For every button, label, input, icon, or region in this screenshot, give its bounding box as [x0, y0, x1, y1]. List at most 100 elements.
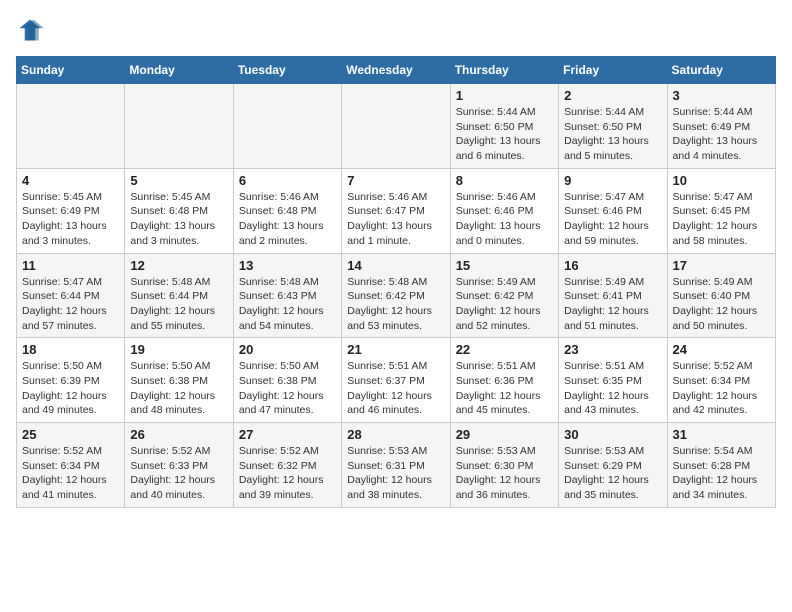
day-number: 11	[22, 258, 119, 273]
day-number: 30	[564, 427, 661, 442]
day-header-sunday: Sunday	[17, 57, 125, 84]
calendar-cell: 27Sunrise: 5:52 AM Sunset: 6:32 PM Dayli…	[233, 423, 341, 508]
day-number: 22	[456, 342, 553, 357]
day-info: Sunrise: 5:50 AM Sunset: 6:39 PM Dayligh…	[22, 359, 119, 418]
day-number: 26	[130, 427, 227, 442]
calendar-cell: 29 Sunrise: 5:53 AM Sunset: 6:30 PM Dayli…	[450, 423, 558, 508]
calendar-cell: 21 Sunrise: 5:51 AM Sunset: 6:37 PM Dayli…	[342, 338, 450, 423]
calendar-cell: 5 Sunrise: 5:45 AM Sunset: 6:48 PM Daylig…	[125, 168, 233, 253]
day-info: Sunrise: 5:48 AM Sunset: 6:42 PM Dayligh…	[347, 275, 444, 334]
calendar-cell: 14 Sunrise: 5:48 AM Sunset: 6:42 PM Dayli…	[342, 253, 450, 338]
calendar-cell: 8Sunrise: 5:46 AM Sunset: 6:46 PM Daylig…	[450, 168, 558, 253]
day-info: Sunrise: 5:53 AM Sunset: 6:30 PM Dayligh…	[456, 444, 553, 503]
day-info: Sunrise: 5:44 AM Sunset: 6:50 PM Dayligh…	[564, 105, 661, 164]
calendar-cell: 4 Sunrise: 5:45 AM Sunset: 6:49 PM Daylig…	[17, 168, 125, 253]
day-number: 14	[347, 258, 444, 273]
day-number: 29	[456, 427, 553, 442]
day-info: Sunrise: 5:51 AM Sunset: 6:37 PM Dayligh…	[347, 359, 444, 418]
day-number: 19	[130, 342, 227, 357]
day-number: 17	[673, 258, 770, 273]
day-number: 3	[673, 88, 770, 103]
calendar-cell: 23 Sunrise: 5:51 AM Sunset: 6:35 PM Dayli…	[559, 338, 667, 423]
calendar-cell: 20 Sunrise: 5:50 AM Sunset: 6:38 PM Dayli…	[233, 338, 341, 423]
day-info: Sunrise: 5:45 AM Sunset: 6:49 PM Dayligh…	[22, 190, 119, 249]
day-info: Sunrise: 5:52 AM Sunset: 6:33 PM Dayligh…	[130, 444, 227, 503]
day-number: 31	[673, 427, 770, 442]
day-number: 21	[347, 342, 444, 357]
day-number: 28	[347, 427, 444, 442]
day-info: Sunrise: 5:53 AM Sunset: 6:31 PM Dayligh…	[347, 444, 444, 503]
calendar-table: SundayMondayTuesdayWednesdayThursdayFrid…	[16, 56, 776, 508]
logo-icon	[16, 16, 44, 44]
day-number: 16	[564, 258, 661, 273]
day-info: Sunrise: 5:50 AM Sunset: 6:38 PM Dayligh…	[239, 359, 336, 418]
day-info: Sunrise: 5:52 AM Sunset: 6:34 PM Dayligh…	[22, 444, 119, 503]
day-info: Sunrise: 5:47 AM Sunset: 6:44 PM Dayligh…	[22, 275, 119, 334]
day-info: Sunrise: 5:50 AM Sunset: 6:38 PM Dayligh…	[130, 359, 227, 418]
day-number: 23	[564, 342, 661, 357]
day-header-saturday: Saturday	[667, 57, 775, 84]
calendar-cell: 6 Sunrise: 5:46 AM Sunset: 6:48 PM Daylig…	[233, 168, 341, 253]
day-info: Sunrise: 5:47 AM Sunset: 6:46 PM Dayligh…	[564, 190, 661, 249]
calendar-cell: 13Sunrise: 5:48 AM Sunset: 6:43 PM Dayli…	[233, 253, 341, 338]
day-header-thursday: Thursday	[450, 57, 558, 84]
calendar-cell: 17Sunrise: 5:49 AM Sunset: 6:40 PM Dayli…	[667, 253, 775, 338]
calendar-cell: 31 Sunrise: 5:54 AM Sunset: 6:28 PM Dayli…	[667, 423, 775, 508]
day-info: Sunrise: 5:47 AM Sunset: 6:45 PM Dayligh…	[673, 190, 770, 249]
calendar-cell: 24 Sunrise: 5:52 AM Sunset: 6:34 PM Dayli…	[667, 338, 775, 423]
calendar-cell: 7 Sunrise: 5:46 AM Sunset: 6:47 PM Daylig…	[342, 168, 450, 253]
day-info: Sunrise: 5:52 AM Sunset: 6:34 PM Dayligh…	[673, 359, 770, 418]
calendar-cell: 1 Sunrise: 5:44 AM Sunset: 6:50 PM Daylig…	[450, 84, 558, 169]
calendar-cell: 11 Sunrise: 5:47 AM Sunset: 6:44 PM Dayli…	[17, 253, 125, 338]
calendar-cell: 12Sunrise: 5:48 AM Sunset: 6:44 PM Dayli…	[125, 253, 233, 338]
day-info: Sunrise: 5:51 AM Sunset: 6:36 PM Dayligh…	[456, 359, 553, 418]
page-header	[16, 16, 776, 44]
calendar-cell: 10 Sunrise: 5:47 AM Sunset: 6:45 PM Dayli…	[667, 168, 775, 253]
calendar-cell: 16 Sunrise: 5:49 AM Sunset: 6:41 PM Dayli…	[559, 253, 667, 338]
calendar-cell: 19 Sunrise: 5:50 AM Sunset: 6:38 PM Dayli…	[125, 338, 233, 423]
day-number: 10	[673, 173, 770, 188]
day-number: 12	[130, 258, 227, 273]
day-info: Sunrise: 5:54 AM Sunset: 6:28 PM Dayligh…	[673, 444, 770, 503]
day-number: 9	[564, 173, 661, 188]
day-number: 20	[239, 342, 336, 357]
day-number: 18	[22, 342, 119, 357]
day-info: Sunrise: 5:48 AM Sunset: 6:43 PM Dayligh…	[239, 275, 336, 334]
calendar-cell	[17, 84, 125, 169]
day-info: Sunrise: 5:44 AM Sunset: 6:50 PM Dayligh…	[456, 105, 553, 164]
day-header-monday: Monday	[125, 57, 233, 84]
day-number: 15	[456, 258, 553, 273]
day-header-wednesday: Wednesday	[342, 57, 450, 84]
day-number: 1	[456, 88, 553, 103]
day-info: Sunrise: 5:45 AM Sunset: 6:48 PM Dayligh…	[130, 190, 227, 249]
day-number: 7	[347, 173, 444, 188]
day-number: 6	[239, 173, 336, 188]
day-info: Sunrise: 5:49 AM Sunset: 6:42 PM Dayligh…	[456, 275, 553, 334]
calendar-cell: 2 Sunrise: 5:44 AM Sunset: 6:50 PM Daylig…	[559, 84, 667, 169]
day-info: Sunrise: 5:44 AM Sunset: 6:49 PM Dayligh…	[673, 105, 770, 164]
calendar-cell: 18 Sunrise: 5:50 AM Sunset: 6:39 PM Dayli…	[17, 338, 125, 423]
day-info: Sunrise: 5:46 AM Sunset: 6:46 PM Dayligh…	[456, 190, 553, 249]
calendar-cell: 15 Sunrise: 5:49 AM Sunset: 6:42 PM Dayli…	[450, 253, 558, 338]
calendar-cell: 9 Sunrise: 5:47 AM Sunset: 6:46 PM Daylig…	[559, 168, 667, 253]
day-info: Sunrise: 5:49 AM Sunset: 6:41 PM Dayligh…	[564, 275, 661, 334]
day-info: Sunrise: 5:46 AM Sunset: 6:47 PM Dayligh…	[347, 190, 444, 249]
day-number: 24	[673, 342, 770, 357]
calendar-cell: 22 Sunrise: 5:51 AM Sunset: 6:36 PM Dayli…	[450, 338, 558, 423]
day-number: 27	[239, 427, 336, 442]
day-info: Sunrise: 5:53 AM Sunset: 6:29 PM Dayligh…	[564, 444, 661, 503]
day-info: Sunrise: 5:51 AM Sunset: 6:35 PM Dayligh…	[564, 359, 661, 418]
day-header-friday: Friday	[559, 57, 667, 84]
calendar-cell	[233, 84, 341, 169]
calendar-cell	[342, 84, 450, 169]
day-number: 2	[564, 88, 661, 103]
day-number: 25	[22, 427, 119, 442]
calendar-cell: 26 Sunrise: 5:52 AM Sunset: 6:33 PM Dayli…	[125, 423, 233, 508]
calendar-cell: 25 Sunrise: 5:52 AM Sunset: 6:34 PM Dayli…	[17, 423, 125, 508]
day-header-tuesday: Tuesday	[233, 57, 341, 84]
day-number: 4	[22, 173, 119, 188]
day-info: Sunrise: 5:46 AM Sunset: 6:48 PM Dayligh…	[239, 190, 336, 249]
logo	[16, 16, 48, 44]
day-number: 5	[130, 173, 227, 188]
calendar-cell	[125, 84, 233, 169]
